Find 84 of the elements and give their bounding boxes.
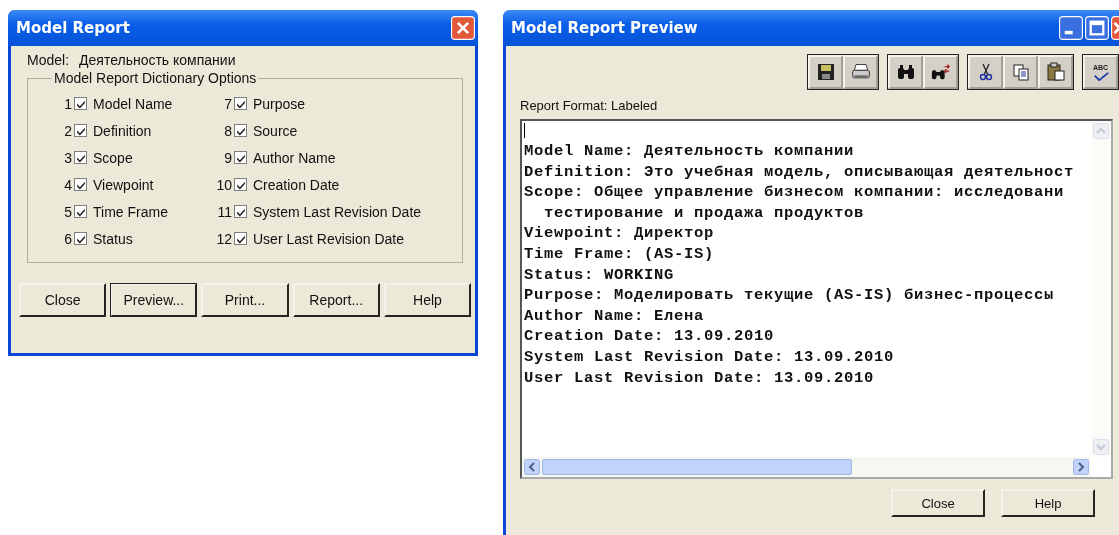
dialog-button[interactable]: Help xyxy=(1001,489,1095,517)
option-label: Creation Date xyxy=(253,176,340,193)
report-line: Scope: Общее управление бизнесом компании: исследовани xyxy=(524,182,1066,203)
dialog-button[interactable]: Close xyxy=(19,283,107,317)
report-text-area[interactable] xyxy=(520,119,1113,479)
option-label: System Last Revision Date xyxy=(253,203,422,220)
copy-icon xyxy=(1010,62,1031,82)
scroll-thumb[interactable] xyxy=(542,459,852,475)
report-line: Author Name: Елена xyxy=(524,305,706,327)
check-icon xyxy=(1091,71,1110,81)
model-name: Деятельность компании xyxy=(79,52,236,68)
option-number: 3 xyxy=(63,149,72,166)
paste-button[interactable] xyxy=(1038,55,1073,89)
report-format-label: Report Format: Labeled xyxy=(520,98,659,113)
checkbox[interactable] xyxy=(74,97,87,110)
dialog-button[interactable]: Print... xyxy=(201,283,289,317)
report-line: Viewpoint: Директор xyxy=(524,223,716,244)
checkbox[interactable] xyxy=(234,178,247,191)
option-number: 5 xyxy=(63,203,72,220)
option-label: Time Frame xyxy=(93,203,168,220)
model-label: Model: xyxy=(27,52,70,68)
scroll-left-icon[interactable] xyxy=(524,459,540,475)
checkbox[interactable] xyxy=(74,151,87,164)
report-line: Status: WORKING xyxy=(524,264,676,286)
checkbox[interactable] xyxy=(74,178,87,191)
report-line: Purpose: Моделировать текущие (AS-IS) бизнес-процессы xyxy=(524,285,1056,306)
option-label: Purpose xyxy=(253,95,306,112)
option-label: Model Name xyxy=(93,95,173,112)
checkbox[interactable] xyxy=(74,205,87,218)
binoculars-icon xyxy=(895,62,916,82)
copy-button[interactable] xyxy=(1003,55,1038,89)
option-label: Status xyxy=(93,230,133,247)
cut-button[interactable] xyxy=(968,55,1003,89)
window-title: Model Report xyxy=(16,19,130,37)
report-line: User Last Revision Date: 13.09.2010 xyxy=(524,367,876,389)
report-line: System Last Revision Date: 13.09.2010 xyxy=(524,346,896,368)
option-label: Author Name xyxy=(253,149,336,166)
option-number: 7 xyxy=(223,95,232,112)
checkbox[interactable] xyxy=(234,97,247,110)
save-button[interactable] xyxy=(808,55,843,89)
dialog-button[interactable]: Help xyxy=(383,283,471,317)
option-number: 4 xyxy=(63,176,72,193)
close-icon[interactable] xyxy=(1111,16,1119,40)
checkbox[interactable] xyxy=(234,232,247,245)
binoculars-arrows-icon xyxy=(930,62,951,82)
option-number: 11 xyxy=(216,203,232,220)
option-label: Viewpoint xyxy=(93,176,154,193)
report-line: тестирование и продажа продуктов xyxy=(543,202,866,224)
option-label: Scope xyxy=(93,149,133,166)
dialog-button[interactable]: Preview... xyxy=(110,283,198,317)
option-number: 8 xyxy=(223,122,232,139)
floppy-icon xyxy=(815,62,836,82)
text-cursor xyxy=(524,123,525,138)
minimize-icon[interactable] xyxy=(1059,16,1083,40)
horizontal-scrollbar[interactable] xyxy=(522,457,1091,477)
report-line: Creation Date: 13.09.2010 xyxy=(524,326,776,347)
option-number: 10 xyxy=(215,176,232,193)
find-button[interactable] xyxy=(888,55,923,89)
report-line: Definition: Это учебная модель, описывающая деятельност xyxy=(524,161,1076,183)
checkbox[interactable] xyxy=(234,151,247,164)
checkbox[interactable] xyxy=(234,205,247,218)
checkbox[interactable] xyxy=(74,232,87,245)
option-label: Source xyxy=(253,122,298,139)
checkbox[interactable] xyxy=(74,124,87,137)
scroll-right-icon[interactable] xyxy=(1073,459,1089,475)
option-label: User Last Revision Date xyxy=(253,230,404,247)
option-number: 12 xyxy=(215,230,232,247)
clipboard-icon xyxy=(1045,62,1066,82)
maximize-icon[interactable] xyxy=(1085,16,1109,40)
dialog-button[interactable]: Close xyxy=(891,489,985,517)
option-number: 2 xyxy=(63,122,72,139)
option-number: 9 xyxy=(223,149,232,166)
group-title: Model Report Dictionary Options xyxy=(53,70,258,86)
option-number: 6 xyxy=(63,230,72,247)
close-icon[interactable] xyxy=(451,16,475,40)
report-line: Model Name: Деятельность компании xyxy=(524,141,856,162)
report-line: Time Frame: (AS-IS) xyxy=(524,243,716,265)
option-label: Definition xyxy=(93,122,152,139)
option-number: 1 xyxy=(63,95,72,112)
checkbox[interactable] xyxy=(234,124,247,137)
dialog-button[interactable]: Report... xyxy=(292,283,380,317)
print-button[interactable] xyxy=(843,55,878,89)
replace-button[interactable] xyxy=(923,55,958,89)
window-title: Model Report Preview xyxy=(511,19,698,37)
